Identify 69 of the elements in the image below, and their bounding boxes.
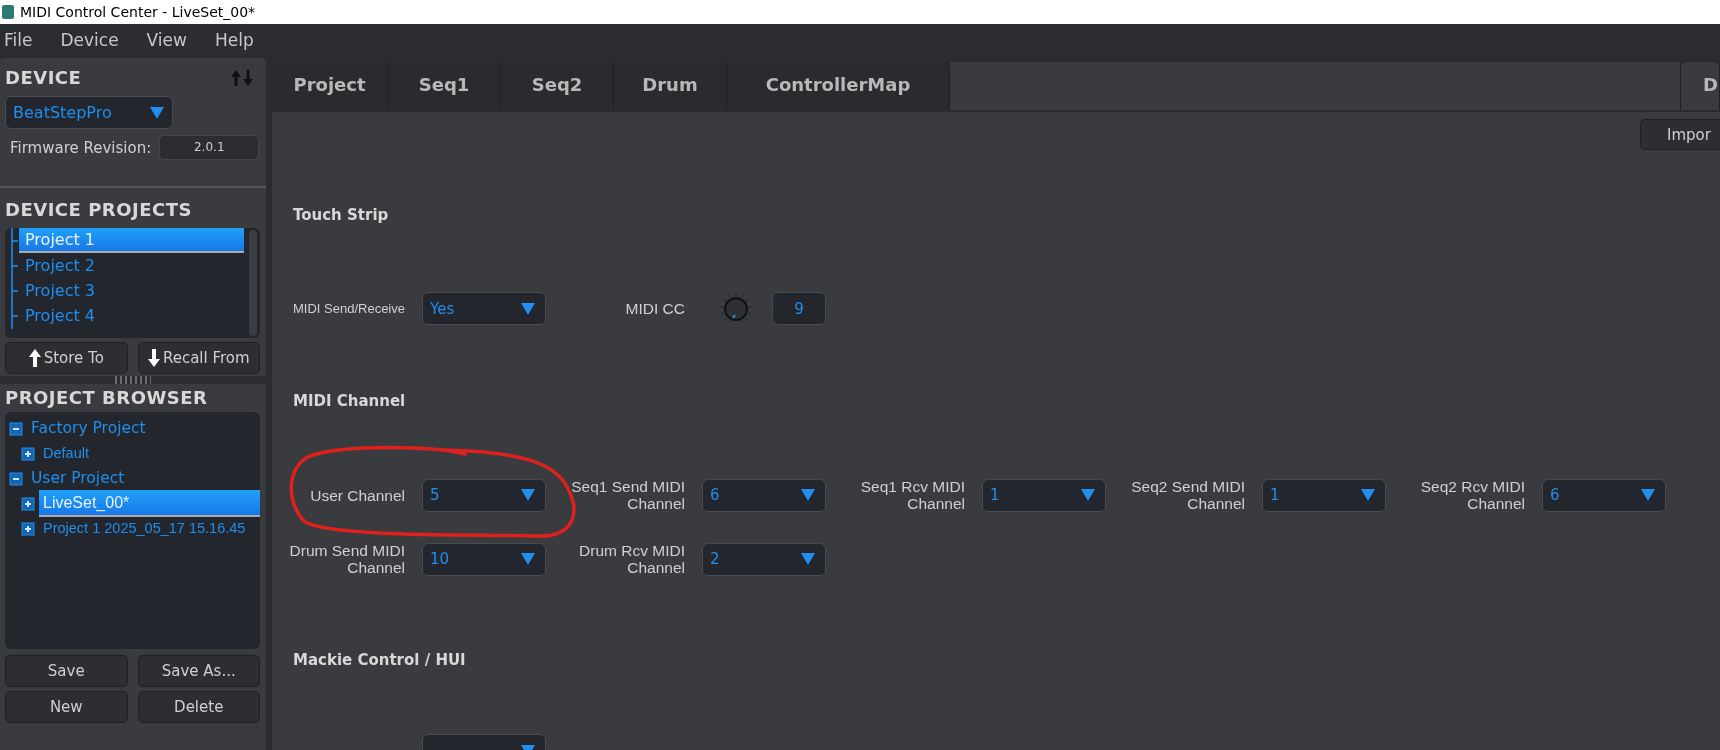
dropdown[interactable]: Yes: [422, 292, 546, 325]
caret-icon: [150, 106, 164, 119]
import-button[interactable]: Impor: [1640, 119, 1720, 150]
field-label: Seq1 Send MIDI Channel: [570, 478, 685, 512]
field-label: Seq2 Rcv MIDI Channel: [1419, 478, 1525, 512]
dropdown[interactable]: 6: [702, 478, 826, 512]
firmware-value: 2.0.1: [159, 135, 260, 160]
project-button[interactable]: Save As...: [137, 655, 260, 687]
field-label: MIDI Send/Receive: [292, 300, 405, 317]
splitter-handle[interactable]: [115, 376, 151, 384]
number-field[interactable]: 9: [772, 292, 826, 325]
up-down-arrows-icon: [230, 68, 254, 88]
expand-icon[interactable]: [21, 496, 35, 511]
section-heading: Touch Strip: [293, 205, 389, 225]
down-arrow-icon: [147, 349, 160, 367]
tree-item[interactable]: Default: [39, 441, 93, 466]
menu-item[interactable]: Help: [214, 29, 254, 50]
menu-item[interactable]: Device: [60, 29, 119, 50]
tree-item[interactable]: User Project: [27, 466, 129, 491]
field-label: Seq2 Send MIDI Channel: [1130, 478, 1245, 512]
caret-icon: [1081, 489, 1095, 501]
collapse-icon[interactable]: [9, 471, 23, 486]
tab[interactable]: D: [1680, 62, 1720, 110]
store-button[interactable]: Store To: [5, 342, 128, 374]
dropdown[interactable]: 10: [422, 542, 546, 576]
section-heading: PROJECT BROWSER: [5, 386, 209, 410]
project-button[interactable]: Delete: [137, 691, 260, 723]
caret-icon: [521, 302, 535, 315]
tree-item[interactable]: Factory Project: [27, 416, 150, 441]
dropdown[interactable]: 1: [1262, 478, 1386, 512]
project-item[interactable]: Project 2: [19, 254, 244, 277]
project-item[interactable]: Project 4: [19, 304, 244, 327]
project-button[interactable]: Save: [5, 655, 128, 687]
app-icon: [2, 5, 14, 19]
dropdown[interactable]: 1: [982, 478, 1106, 512]
up-arrow-icon: [28, 349, 41, 367]
caret-icon: [1361, 489, 1375, 501]
caret-icon: [801, 553, 815, 565]
field-label: Drum Rcv MIDI Channel: [578, 542, 685, 576]
field-label: User Channel: [309, 486, 405, 504]
tree-item[interactable]: Project 1 2025_05_17 15.16.45: [39, 516, 250, 541]
expand-icon[interactable]: [21, 521, 35, 536]
device-dropdown[interactable]: BeatStepPro: [5, 96, 173, 129]
caret-icon: [1641, 489, 1655, 501]
dropdown[interactable]: 2: [702, 542, 826, 576]
section-heading: Mackie Control / HUI: [293, 650, 466, 670]
caret-icon: [801, 489, 815, 501]
section-heading: DEVICE: [5, 66, 82, 90]
menu-item[interactable]: File: [4, 29, 33, 50]
project-item[interactable]: Project 3: [19, 279, 244, 302]
field-label: Seq1 Rcv MIDI Channel: [859, 478, 965, 512]
caret-icon: [521, 489, 535, 501]
caret-icon: [521, 553, 535, 565]
expand-icon[interactable]: [21, 446, 35, 461]
field-label: MIDI CC: [624, 300, 685, 317]
dropdown[interactable]: 5: [422, 478, 546, 512]
tree-item[interactable]: LiveSet_00*: [39, 490, 260, 517]
window-title: MIDI Control Center - LiveSet_00*: [20, 4, 256, 20]
project-item[interactable]: Project 1: [19, 228, 244, 253]
dropdown[interactable]: 6: [1542, 478, 1666, 512]
collapse-icon[interactable]: [9, 421, 23, 436]
field-label: Drum Send MIDI Channel: [288, 542, 405, 576]
recall-button[interactable]: Recall From: [137, 342, 260, 374]
section-heading: DEVICE PROJECTS: [5, 198, 193, 222]
section-heading: MIDI Channel: [293, 391, 406, 411]
firmware-label: Firmware Revision:: [10, 138, 152, 157]
menu-item[interactable]: View: [146, 29, 187, 50]
scrollbar[interactable]: [249, 230, 257, 336]
project-button[interactable]: New: [5, 691, 128, 723]
